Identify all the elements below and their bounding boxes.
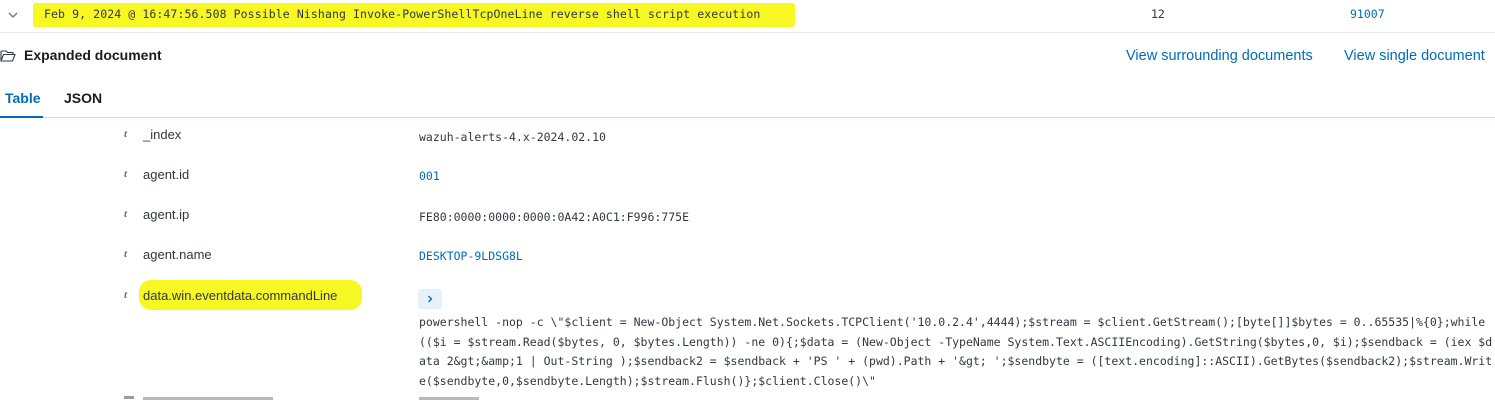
expanded-document-title: Expanded document <box>24 47 162 63</box>
field-name: _index <box>143 127 182 142</box>
folder-open-icon <box>0 49 16 63</box>
field-value-link[interactable]: 001 <box>419 169 440 183</box>
field-value <box>419 397 479 400</box>
field-name: agent.ip <box>143 207 190 222</box>
view-surrounding-documents-link[interactable]: View surrounding documents <box>1126 48 1313 64</box>
field-name: data.win.eventdata.commandLine <box>143 288 338 303</box>
string-type-icon: t <box>124 248 128 260</box>
field-value: powershell -nop -c \"$client = New-Objec… <box>419 315 1493 388</box>
tab-json[interactable]: JSON <box>64 90 102 106</box>
view-single-document-link[interactable]: View single document <box>1344 48 1485 64</box>
field-value: FE80:0000:0000:0000:0A42:A0C1:F996:775E <box>419 210 690 224</box>
field-value: wazuh-alerts-4.x-2024.02.10 <box>419 130 606 144</box>
string-type-icon: t <box>124 289 128 301</box>
field-value-link[interactable]: DESKTOP-9LDSG8L <box>419 249 523 263</box>
string-type-icon: t <box>124 128 128 140</box>
rule-id-cell[interactable]: 91007 <box>1350 7 1385 21</box>
string-type-icon <box>124 396 134 399</box>
string-type-icon: t <box>124 168 128 180</box>
chevron-down-icon[interactable] <box>6 8 20 22</box>
active-tab-indicator <box>0 116 43 118</box>
field-name: agent.id <box>143 167 190 182</box>
rule-level-cell: 12 <box>1151 7 1165 21</box>
expand-value-button[interactable] <box>418 289 442 309</box>
field-name <box>143 397 273 400</box>
tab-table[interactable]: Table <box>5 90 41 106</box>
string-type-icon: t <box>124 208 128 220</box>
chevron-right-icon <box>428 295 433 303</box>
truncated-field-row <box>0 396 1495 403</box>
tabs-divider <box>0 117 1495 118</box>
field-name: agent.name <box>143 247 212 262</box>
document-row[interactable]: Feb 9, 2024 @ 16:47:56.508 Possible Nish… <box>0 0 1495 33</box>
document-summary: Feb 9, 2024 @ 16:47:56.508 Possible Nish… <box>44 7 761 21</box>
